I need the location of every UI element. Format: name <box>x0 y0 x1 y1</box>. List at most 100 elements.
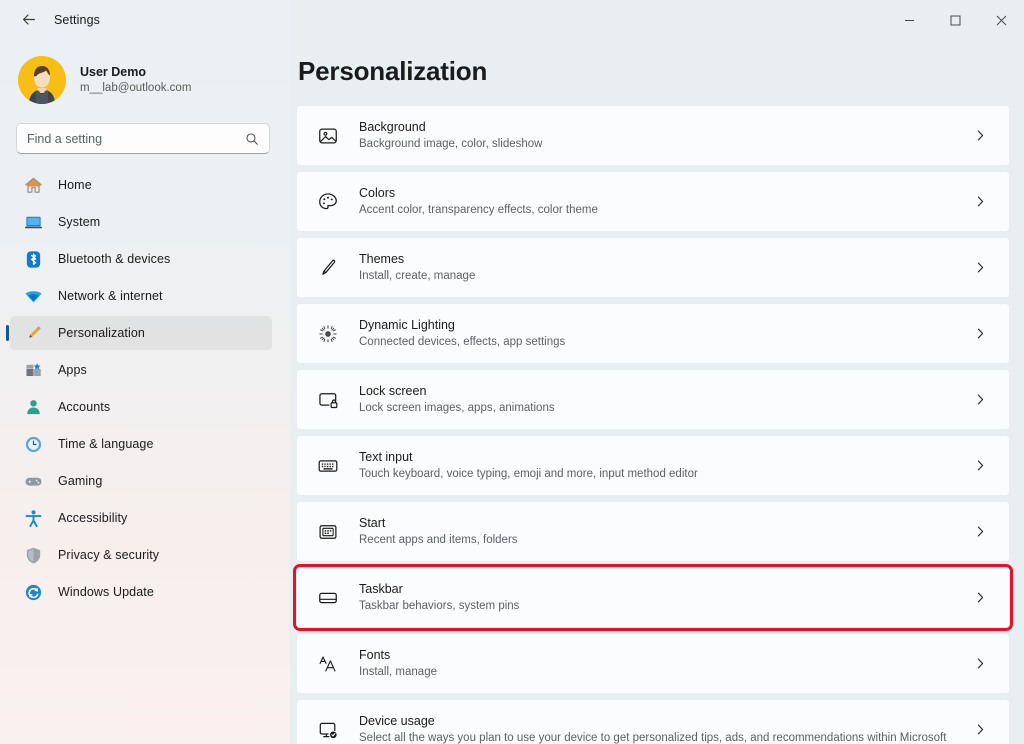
device-usage-icon <box>313 715 343 744</box>
title-bar: Settings <box>0 0 1024 40</box>
settings-card-dynamic-lighting[interactable]: Dynamic Lighting Connected devices, effe… <box>296 303 1010 364</box>
card-title: Fonts <box>359 647 967 664</box>
sidebar-item-label: Accounts <box>58 400 110 414</box>
card-subtitle: Touch keyboard, voice typing, emoji and … <box>359 467 967 482</box>
avatar <box>18 56 66 104</box>
settings-card-device-usage[interactable]: Device usage Select all the ways you pla… <box>296 699 1010 744</box>
picture-icon <box>313 121 343 151</box>
card-title: Dynamic Lighting <box>359 317 967 334</box>
search-icon <box>245 132 259 146</box>
card-text: Taskbar Taskbar behaviors, system pins <box>359 581 967 615</box>
sidebar-item-label: Home <box>58 178 92 192</box>
sidebar-item-accounts[interactable]: Accounts <box>10 390 272 424</box>
fonts-icon <box>313 649 343 679</box>
card-text: Text input Touch keyboard, voice typing,… <box>359 449 967 483</box>
back-button[interactable] <box>12 5 46 35</box>
home-icon <box>22 174 44 196</box>
chevron-right-icon <box>967 123 993 149</box>
back-arrow-icon <box>21 12 37 28</box>
sidebar-item-label: Accessibility <box>58 511 127 525</box>
sidebar-item-label: Personalization <box>58 326 145 340</box>
settings-card-themes[interactable]: Themes Install, create, manage <box>296 237 1010 298</box>
system-icon <box>22 211 44 233</box>
settings-card-start[interactable]: Start Recent apps and items, folders <box>296 501 1010 562</box>
sidebar-item-label: System <box>58 215 100 229</box>
person-icon <box>22 396 44 418</box>
sidebar-item-time-language[interactable]: Time & language <box>10 427 272 461</box>
sidebar-item-home[interactable]: Home <box>10 168 272 202</box>
settings-window: Settings <box>0 0 1024 744</box>
sidebar-item-label: Bluetooth & devices <box>58 252 170 266</box>
account-tile[interactable]: User Demo m__lab@outlook.com <box>14 51 259 109</box>
wifi-icon <box>22 285 44 307</box>
settings-card-colors[interactable]: Colors Accent color, transparency effect… <box>296 171 1010 232</box>
card-subtitle: Accent color, transparency effects, colo… <box>359 203 967 218</box>
palette-icon <box>313 187 343 217</box>
settings-card-fonts[interactable]: Fonts Install, manage <box>296 633 1010 694</box>
chevron-right-icon <box>967 585 993 611</box>
settings-card-lock-screen[interactable]: Lock screen Lock screen images, apps, an… <box>296 369 1010 430</box>
update-icon <box>22 581 44 603</box>
keyboard-icon <box>313 451 343 481</box>
sidebar-item-privacy-security[interactable]: Privacy & security <box>10 538 272 572</box>
settings-card-background[interactable]: Background Background image, color, slid… <box>296 105 1010 166</box>
card-text: Colors Accent color, transparency effect… <box>359 185 967 219</box>
account-name: User Demo <box>80 64 191 80</box>
avatar-person-icon <box>18 56 66 104</box>
paintbrush-icon <box>313 253 343 283</box>
account-email: m__lab@outlook.com <box>80 81 191 96</box>
maximize-icon <box>950 15 961 26</box>
window-body: User Demo m__lab@outlook.com <box>0 40 1024 744</box>
sidebar-item-bluetooth-devices[interactable]: Bluetooth & devices <box>10 242 272 276</box>
card-title: Device usage <box>359 713 967 730</box>
accessibility-icon <box>22 507 44 529</box>
chevron-right-icon <box>967 453 993 479</box>
card-subtitle: Lock screen images, apps, animations <box>359 401 967 416</box>
settings-card-list: Background Background image, color, slid… <box>296 105 1010 744</box>
sidebar-item-network-internet[interactable]: Network & internet <box>10 279 272 313</box>
settings-card-taskbar[interactable]: Taskbar Taskbar behaviors, system pins <box>296 567 1010 628</box>
sidebar: User Demo m__lab@outlook.com <box>0 40 290 744</box>
card-text: Device usage Select all the ways you pla… <box>359 713 967 744</box>
clock-icon <box>22 433 44 455</box>
card-subtitle: Select all the ways you plan to use your… <box>359 731 967 744</box>
card-subtitle: Taskbar behaviors, system pins <box>359 599 967 614</box>
card-subtitle: Background image, color, slideshow <box>359 137 967 152</box>
sidebar-item-system[interactable]: System <box>10 205 272 239</box>
apps-icon <box>22 359 44 381</box>
close-button[interactable] <box>978 0 1024 40</box>
chevron-right-icon <box>967 255 993 281</box>
card-title: Taskbar <box>359 581 967 598</box>
chevron-right-icon <box>967 189 993 215</box>
sidebar-item-label: Time & language <box>58 437 154 451</box>
minimize-icon <box>904 15 915 26</box>
sidebar-item-gaming[interactable]: Gaming <box>10 464 272 498</box>
sidebar-item-label: Gaming <box>58 474 102 488</box>
maximize-button[interactable] <box>932 0 978 40</box>
card-title: Background <box>359 119 967 136</box>
settings-card-text-input[interactable]: Text input Touch keyboard, voice typing,… <box>296 435 1010 496</box>
sidebar-item-label: Privacy & security <box>58 548 159 562</box>
paintbrush-icon <box>22 322 44 344</box>
window-controls <box>886 0 1024 40</box>
card-text: Lock screen Lock screen images, apps, an… <box>359 383 967 417</box>
search-box[interactable] <box>16 123 270 154</box>
sidebar-item-accessibility[interactable]: Accessibility <box>10 501 272 535</box>
card-subtitle: Install, manage <box>359 665 967 680</box>
card-text: Fonts Install, manage <box>359 647 967 681</box>
page-title: Personalization <box>298 56 1010 87</box>
search-input[interactable] <box>27 132 245 146</box>
card-title: Themes <box>359 251 967 268</box>
sidebar-item-personalization[interactable]: Personalization <box>10 316 272 350</box>
sidebar-item-windows-update[interactable]: Windows Update <box>10 575 272 609</box>
taskbar-icon <box>313 583 343 613</box>
sidebar-item-label: Apps <box>58 363 87 377</box>
card-text: Themes Install, create, manage <box>359 251 967 285</box>
chevron-right-icon <box>967 321 993 347</box>
starburst-icon <box>313 319 343 349</box>
minimize-button[interactable] <box>886 0 932 40</box>
sidebar-item-apps[interactable]: Apps <box>10 353 272 387</box>
bluetooth-icon <box>22 248 44 270</box>
card-text: Background Background image, color, slid… <box>359 119 967 153</box>
card-title: Lock screen <box>359 383 967 400</box>
